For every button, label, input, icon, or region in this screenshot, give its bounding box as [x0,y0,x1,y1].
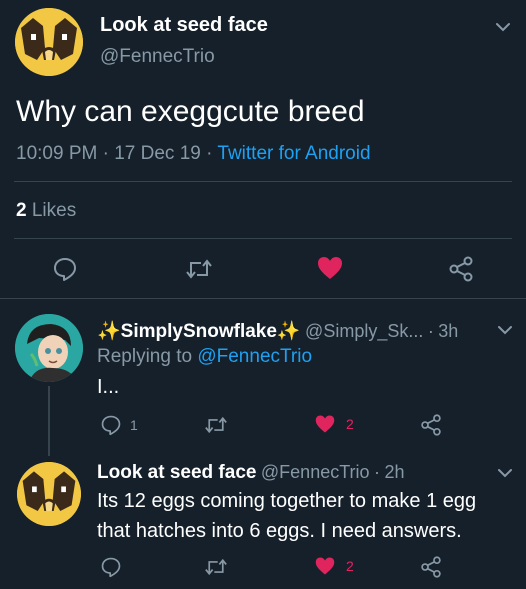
egg-face-avatar-icon [15,8,83,76]
like-count: 2 [346,558,354,574]
chevron-down-icon [496,23,510,32]
reply-icon [54,258,76,281]
chevron-down-icon [498,469,512,478]
display-name[interactable]: Look at seed face [97,462,256,483]
replying-to-label: Replying to [97,346,193,367]
share-icon [449,256,473,282]
like-button[interactable]: 2 [314,556,354,576]
reply-button[interactable] [100,556,122,583]
tweet-age: 2h [384,462,405,482]
meta-separator: · [206,143,213,164]
share-icon [421,414,441,436]
tweet-source-link[interactable]: Twitter for Android [217,143,370,164]
avatar[interactable] [15,8,83,76]
user-handle[interactable]: @Simply_Sk... [305,321,423,341]
share-icon [421,556,441,578]
reply-button[interactable]: 1 [100,414,138,436]
share-button[interactable] [448,256,474,287]
retweet-icon [186,259,212,279]
replying-to-handle[interactable]: @FennecTrio [197,346,312,367]
divider [0,298,526,299]
reply-count: 1 [130,417,138,433]
display-name[interactable]: Look at seed face [100,14,268,37]
tweet-menu-button[interactable] [492,16,514,43]
heart-icon [315,557,335,575]
share-button[interactable] [420,414,442,441]
tweet-time: 10:09 PM [16,143,98,164]
reply-icon [101,415,121,436]
avatar[interactable] [15,314,83,382]
tweet-date: 17 Dec 19 [114,143,201,164]
replying-to: Replying to @FennecTrio [97,346,312,368]
tweet-text: Its 12 eggs coming together to make 1 eg… [97,486,476,546]
like-button[interactable]: 2 [314,414,354,434]
reply-icon [101,557,121,578]
likes-summary[interactable]: 2 Likes [16,200,76,222]
meta-separator: · [102,143,109,164]
tweet-menu-button[interactable] [494,462,516,489]
retweet-button[interactable] [204,414,228,441]
likes-label: Likes [31,200,77,221]
tweet-text-line: Its 12 eggs coming together to make 1 eg… [97,490,477,512]
user-handle[interactable]: @FennecTrio [100,46,215,68]
avatar[interactable] [17,462,81,526]
retweet-icon [205,558,227,576]
tweet-text: I... [97,376,120,398]
reply-header: ✨SimplySnowflake✨ @Simply_Sk... · 3h [97,319,458,343]
tweet-text: Why can exeggcute breed [16,95,365,128]
tweet-text-line: that hatches into 6 eggs. I need answers… [97,520,462,542]
meta-separator: · [374,462,381,482]
thread-line [48,386,50,456]
heart-icon [315,415,335,433]
person-avatar-icon [15,314,83,382]
retweet-button[interactable] [185,256,213,287]
egg-face-avatar-icon [17,462,81,526]
tweet-meta: 10:09 PM · 17 Dec 19 · Twitter for Andro… [16,143,371,165]
likes-count: 2 [16,200,27,221]
like-button[interactable] [316,255,344,286]
reply-header: Look at seed face @FennecTrio · 2h [97,462,405,484]
tweet-menu-button[interactable] [494,319,516,346]
like-count: 2 [346,416,354,432]
retweet-button[interactable] [204,556,228,583]
retweet-icon [205,416,227,434]
meta-separator: · [427,321,434,341]
divider [14,238,512,239]
heart-icon [318,257,342,279]
divider [14,181,512,182]
user-handle[interactable]: @FennecTrio [261,462,370,482]
chevron-down-icon [498,326,512,335]
share-button[interactable] [420,556,442,583]
display-name[interactable]: ✨SimplySnowflake✨ [97,321,301,342]
reply-button[interactable] [52,256,78,287]
tweet-age: 3h [438,321,459,341]
